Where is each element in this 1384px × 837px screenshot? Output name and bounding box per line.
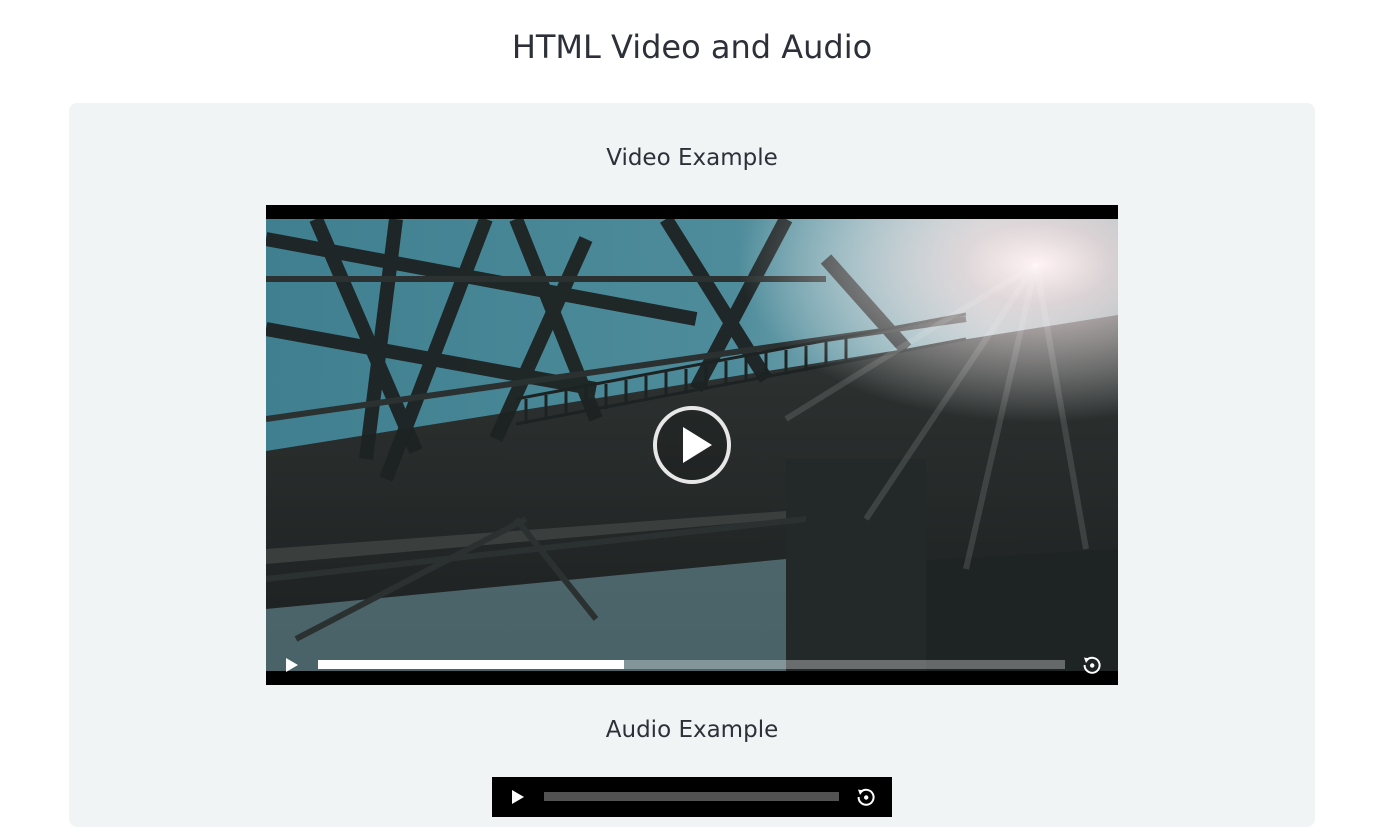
video-progress-fill: [318, 660, 625, 669]
play-circle-icon[interactable]: [652, 405, 732, 485]
media-card: Video Example Audio Example: [69, 103, 1315, 827]
video-heading: Video Example: [606, 145, 778, 171]
audio-progress-bar[interactable]: [544, 792, 839, 801]
video-player[interactable]: [266, 205, 1118, 685]
video-progress-bar[interactable]: [318, 660, 1065, 669]
audio-heading: Audio Example: [605, 717, 779, 743]
audio-player[interactable]: [492, 777, 892, 817]
replay-icon[interactable]: [1082, 655, 1102, 675]
play-icon[interactable]: [510, 789, 526, 805]
page-title: HTML Video and Audio: [511, 28, 873, 66]
video-controls: [266, 645, 1118, 685]
play-icon[interactable]: [284, 657, 300, 673]
replay-icon[interactable]: [856, 787, 876, 807]
